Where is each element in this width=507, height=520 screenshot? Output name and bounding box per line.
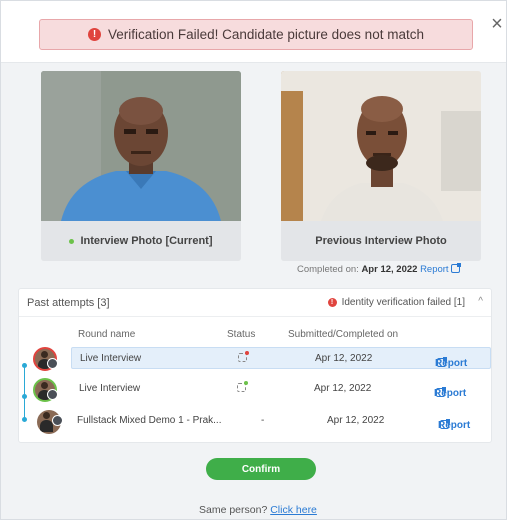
previous-photo-card: Previous Interview Photo [281,71,481,261]
previous-interview-photo [281,71,481,221]
alert-circle-icon: ! [88,28,102,41]
previous-candidate-photo-image [281,71,481,221]
column-header-submitted: Submitted/Completed on [288,329,399,340]
modal-header: ! Verification Failed! Candidate picture… [1,1,506,63]
current-photo-card: Interview Photo [Current] [41,71,241,261]
table-row[interactable]: Live Interview Apr 12, 2022 Report [71,347,491,369]
submitted-date: Apr 12, 2022 [315,353,373,364]
completed-date: Apr 12, 2022 [361,264,418,275]
close-icon[interactable]: × [488,14,506,34]
previous-photo-caption: Previous Interview Photo [281,221,481,261]
confirm-button[interactable]: Confirm [206,458,316,480]
external-link-icon [440,419,450,429]
identity-verification-status: ! Identity verification failed [1] [327,297,465,308]
timeline-dot [22,417,27,422]
candidate-photo-image [41,71,241,221]
same-person-prompt: Same person? Click here [199,504,317,516]
completed-on-line: Completed on: Apr 12, 2022 Report [297,263,461,275]
camera-badge-icon [52,415,63,426]
alert-message: Verification Failed! Candidate picture d… [108,27,424,42]
current-interview-photo [41,71,241,221]
table-row[interactable]: Live Interview Apr 12, 2022 Report [71,378,491,400]
past-attempts-title: Past attempts [3] [27,297,110,309]
verification-failed-alert: ! Verification Failed! Candidate picture… [39,19,473,50]
external-link-icon [450,263,461,273]
round-name: Live Interview [80,353,142,364]
click-here-link[interactable]: Click here [270,504,317,516]
external-link-icon [436,387,446,397]
alert-circle-icon: ! [327,298,337,307]
timeline-dot [22,363,27,368]
column-header-status: Status [227,329,256,340]
external-link-icon [437,357,447,367]
verification-modal: ! Verification Failed! Candidate picture… [0,0,507,520]
camera-badge-icon [47,389,58,400]
identity-status-icon [237,381,248,392]
chevron-up-icon[interactable]: ^ [478,296,483,307]
active-status-dot [69,238,75,244]
submitted-date: Apr 12, 2022 [327,415,385,426]
submitted-date: Apr 12, 2022 [314,383,372,394]
past-attempts-header[interactable]: Past attempts [3] ! Identity verificatio… [19,289,491,317]
status-value: - [261,415,265,426]
current-photo-caption: Interview Photo [Current] [41,221,241,261]
round-name: Fullstack Mixed Demo 1 - Prak... [77,415,222,426]
table-row[interactable]: Fullstack Mixed Demo 1 - Prak... - Apr 1… [71,410,491,432]
round-name: Live Interview [79,383,141,394]
timeline-dot [22,394,27,399]
identity-status-icon [238,351,249,362]
camera-badge-icon [47,358,58,369]
previous-photo-report-link[interactable]: Report [420,263,461,275]
column-header-round: Round name [78,329,136,340]
